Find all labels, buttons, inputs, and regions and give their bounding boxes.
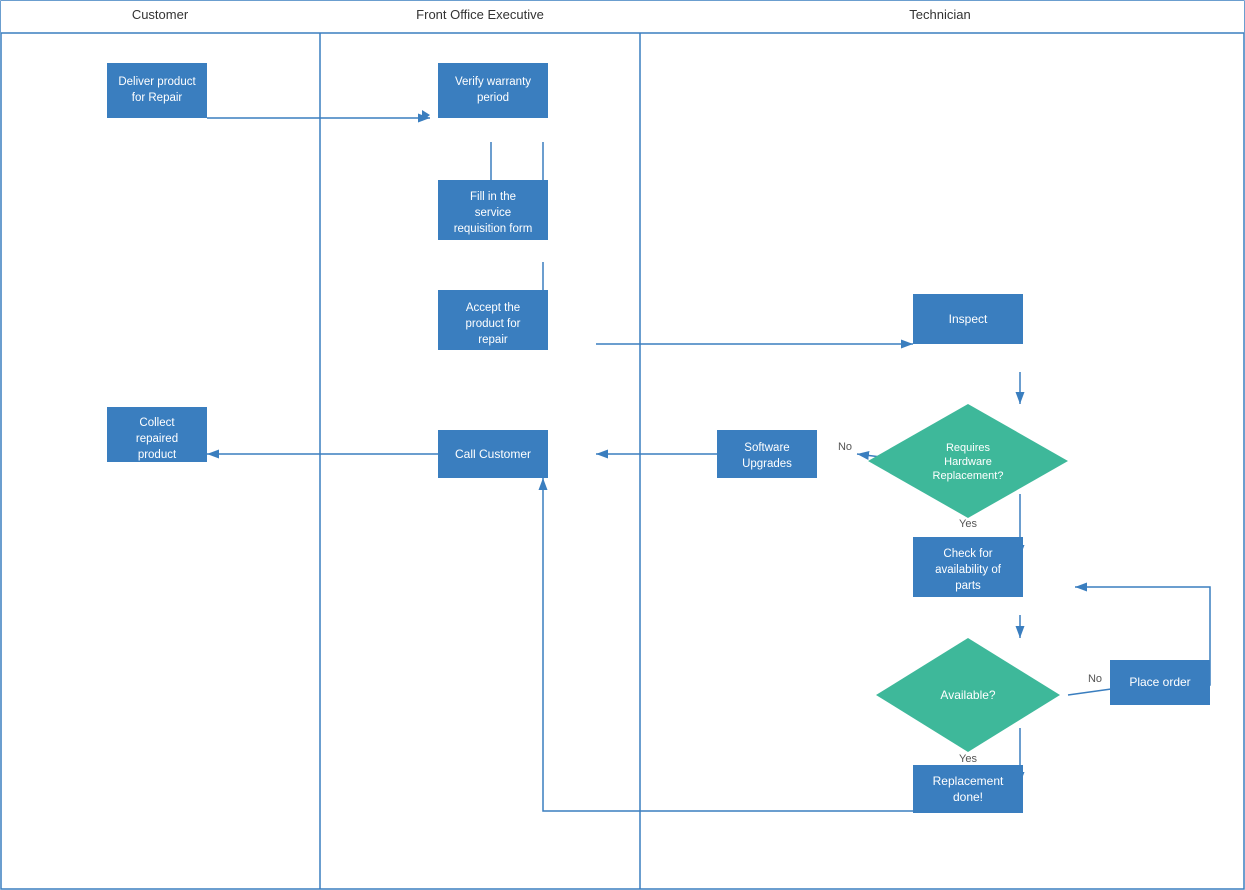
svg-text:Verify warranty: Verify warranty [455,76,531,88]
svg-text:Check for: Check for [943,548,992,560]
svg-text:product: product [138,449,177,461]
svg-text:repair: repair [478,334,508,346]
svg-text:period: period [477,92,509,104]
lane-customer-label: Customer [132,7,189,22]
node-inspect: Inspect [913,294,1023,344]
svg-text:Place order: Place order [1129,675,1190,689]
svg-text:parts: parts [955,580,981,592]
node-accept: Accept the product for repair [438,290,548,350]
label-no2: No [1088,673,1102,685]
node-checkparts: Check for availability of parts [913,537,1023,597]
svg-text:Upgrades: Upgrades [742,458,792,470]
node-software: Software Upgrades [717,430,817,478]
svg-text:repaired: repaired [136,433,178,445]
label-no: No [838,441,852,453]
svg-text:Inspect: Inspect [949,312,988,326]
svg-text:service: service [475,207,511,219]
label-yes: Yes [959,518,977,530]
node-callcustomer: Call Customer [438,430,548,478]
lane-technician-label: Technician [909,7,970,22]
arrow-replacement-call [543,478,1020,811]
lane-frontoffice-label: Front Office Executive [416,7,544,22]
svg-text:Available?: Available? [940,688,995,702]
svg-text:product for: product for [466,318,521,330]
svg-text:for Repair: for Repair [132,92,183,104]
svg-text:Requires: Requires [946,442,991,454]
svg-text:Hardware: Hardware [944,456,992,468]
node-replacement: Replacement done! [913,765,1023,813]
node-placeorder: Place order [1110,660,1210,705]
svg-text:done!: done! [953,790,983,804]
svg-text:requisition form: requisition form [454,223,533,235]
diagram-container: Customer Front Office Executive Technici… [0,0,1245,890]
node-deliver: Deliver product for Repair [107,63,207,118]
label-yes2: Yes [959,753,977,765]
svg-text:Replacement: Replacement [933,774,1004,788]
svg-text:Call Customer: Call Customer [455,447,531,461]
node-collect: Collect repaired product [107,407,207,462]
arrowhead-deliver-verify [422,110,430,121]
svg-text:Replacement?: Replacement? [933,470,1004,482]
svg-text:Collect: Collect [139,417,175,429]
svg-text:availability of: availability of [935,564,1002,576]
svg-text:Software: Software [744,442,789,454]
node-verify: Verify warranty period [438,63,548,118]
node-available: Available? [876,638,1060,752]
node-fill: Fill in the service requisition form [438,180,548,240]
svg-text:Accept the: Accept the [466,302,520,314]
svg-text:Deliver product: Deliver product [118,76,196,88]
svg-text:Fill in the: Fill in the [470,191,516,203]
node-requires: Requires Hardware Replacement? [868,404,1068,518]
